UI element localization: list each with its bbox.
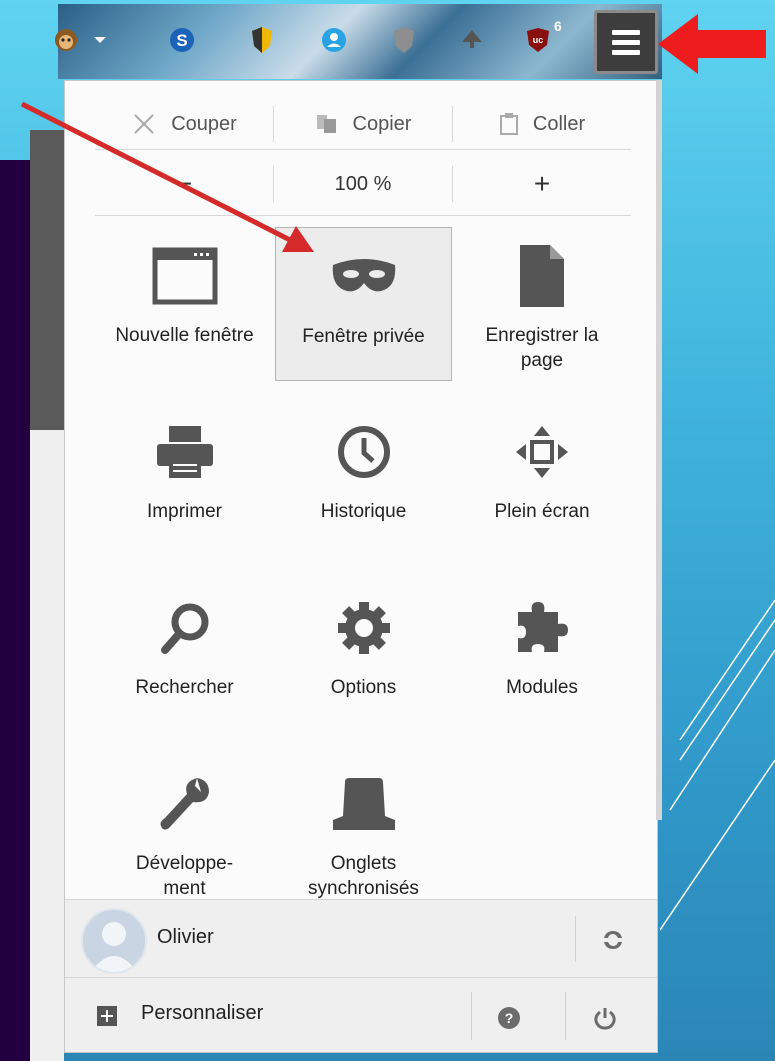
help-icon[interactable]: ? bbox=[491, 1000, 527, 1036]
clock-icon bbox=[331, 419, 397, 485]
puzzle-icon bbox=[509, 595, 575, 661]
menu-item-label: Onglets synchronisés bbox=[308, 853, 419, 899]
divider bbox=[471, 992, 472, 1040]
account-name[interactable]: Olivier bbox=[157, 926, 214, 949]
sync-tabs-icon bbox=[331, 771, 397, 837]
annotation-arrow bbox=[20, 101, 314, 252]
menu-item-label: Modules bbox=[506, 677, 578, 698]
background-decoration bbox=[660, 599, 775, 931]
menu-item-label: Nouvelle fenêtre bbox=[115, 325, 254, 346]
customize-footer: Personnaliser ? bbox=[65, 977, 657, 1052]
menu-item-label: Imprimer bbox=[147, 501, 222, 522]
svg-text:?: ? bbox=[505, 1010, 514, 1026]
menu-item-label: Enregistrer la page bbox=[485, 325, 599, 371]
menu-item-label: Historique bbox=[320, 501, 407, 522]
power-icon[interactable] bbox=[585, 998, 625, 1038]
account-footer: Olivier bbox=[65, 899, 657, 977]
avatar[interactable] bbox=[81, 908, 147, 974]
print-button[interactable]: Imprimer bbox=[95, 403, 274, 579]
divider bbox=[575, 916, 576, 962]
find-button[interactable]: Rechercher bbox=[95, 579, 274, 755]
options-button[interactable]: Options bbox=[274, 579, 453, 755]
menu-item-label: Plein écran bbox=[494, 501, 590, 522]
fullscreen-button[interactable]: Plein écran bbox=[453, 403, 631, 579]
browser-edge-lower bbox=[30, 430, 64, 1061]
history-button[interactable]: Historique bbox=[274, 403, 453, 579]
sync-icon[interactable] bbox=[595, 922, 631, 958]
plus-box-icon[interactable] bbox=[95, 1004, 119, 1028]
menu-items-grid: Nouvelle fenêtre Fenêtre privée Enregist… bbox=[95, 227, 631, 931]
menu-item-label: Options bbox=[330, 677, 397, 698]
customize-button[interactable]: Personnaliser bbox=[141, 1002, 263, 1025]
menu-item-label: Développe- ment bbox=[135, 853, 234, 899]
fullscreen-icon bbox=[509, 419, 575, 485]
divider bbox=[565, 992, 566, 1040]
menu-item-label: Fenêtre privée bbox=[302, 326, 425, 347]
gear-icon bbox=[331, 595, 397, 661]
magnifier-icon bbox=[152, 595, 218, 661]
addons-button[interactable]: Modules bbox=[453, 579, 631, 755]
wrench-icon bbox=[152, 771, 218, 837]
printer-icon bbox=[152, 419, 218, 485]
menu-item-label: Rechercher bbox=[135, 677, 234, 698]
